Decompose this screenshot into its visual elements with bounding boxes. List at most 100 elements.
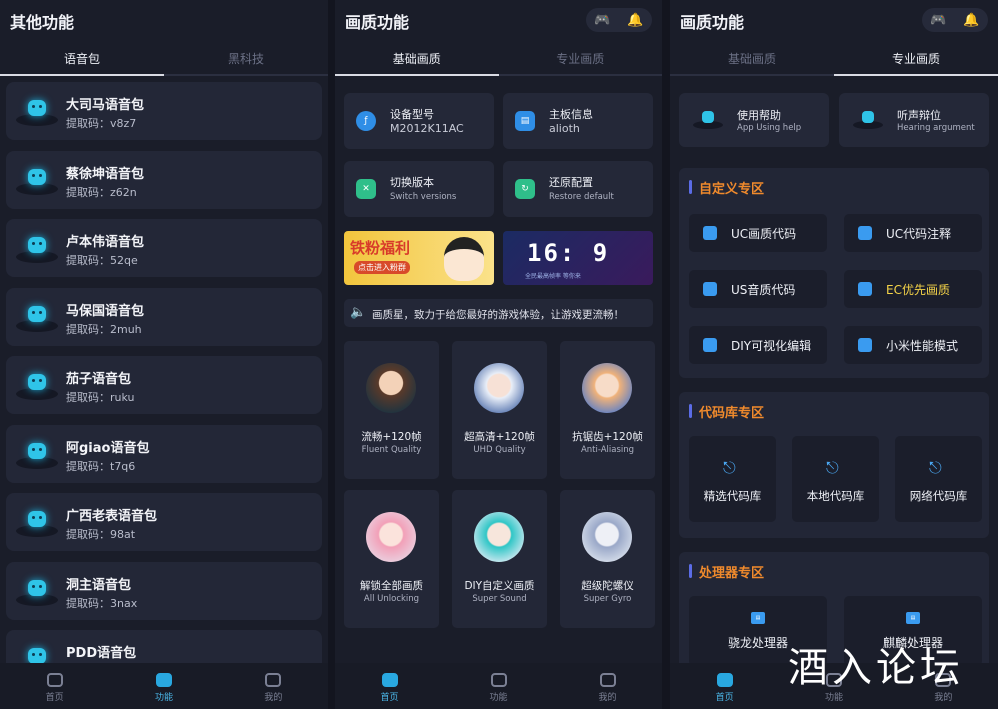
section-title: 自定义专区 — [689, 178, 764, 197]
card-label: 切换版本 — [390, 176, 434, 189]
nav-home[interactable]: 首页 — [0, 663, 109, 709]
diy-visual-edit-button[interactable]: DIY可视化编辑 — [689, 326, 827, 364]
tab-voice-pack[interactable]: 语音包 — [0, 44, 164, 76]
top-actions: 🎮 🔔 — [586, 8, 652, 32]
list-item[interactable]: 茄子语音包 提取码：ruku — [6, 356, 322, 414]
gamepad-icon — [381, 673, 398, 687]
item-code: 提取码：98at — [66, 528, 136, 541]
nav-label: 我的 — [264, 693, 283, 703]
mode-fluent-button[interactable]: 流畅+120帧 Fluent Quality — [344, 341, 439, 479]
banner-subtitle: 点击进入粉群 — [354, 261, 410, 274]
section-title: 处理器专区 — [689, 562, 764, 581]
banner-title: 铁粉福利 — [350, 239, 411, 257]
us-sound-code-button[interactable]: US音质代码 — [689, 270, 827, 308]
tab-basic-quality[interactable]: 基础画质 — [335, 44, 499, 76]
nav-home[interactable]: 首页 — [670, 663, 779, 709]
avatar — [474, 363, 524, 413]
list-item[interactable]: 洞主语音包 提取码：3nax — [6, 561, 322, 620]
gamepad-icon — [46, 673, 63, 687]
list-item[interactable]: 蔡徐坤语音包 提取码：z62n — [6, 150, 322, 209]
section-title: 代码库专区 — [689, 402, 764, 421]
list-item[interactable]: 卢本伟语音包 提取码：52qe — [6, 219, 322, 277]
list-item[interactable]: 广西老表语音包 提取码：98at — [6, 493, 322, 551]
user-icon — [599, 673, 616, 687]
mode-diy-button[interactable]: DIY自定义画质 Super Sound — [452, 490, 547, 628]
mode-anti-aliasing-button[interactable]: 抗锯齿+120帧 Anti-Aliasing — [560, 341, 655, 479]
mode-sublabel: Super Gyro — [583, 594, 632, 604]
fan-benefit-banner[interactable]: 铁粉福利 点击进入粉群 — [344, 231, 494, 285]
mode-uhd-button[interactable]: 超高清+120帧 UHD Quality — [452, 341, 547, 479]
mode-label: 流畅+120帧 — [361, 431, 422, 443]
restore-default-button[interactable]: ↻ 还原配置 Restore default — [503, 161, 653, 217]
card-subtitle: Restore default — [549, 192, 614, 202]
bell-icon[interactable]: 🔔 — [963, 14, 979, 27]
item-title: 马保国语音包 — [66, 303, 145, 319]
nav-label: 首页 — [715, 693, 734, 703]
nav-mine[interactable]: 我的 — [219, 663, 328, 709]
nav-home[interactable]: 首页 — [335, 663, 444, 709]
custom-section: 自定义专区 UC画质代码 UC代码注释 US音质代码 EC优先画质 DIY可视化… — [679, 168, 989, 378]
tab-pro-quality[interactable]: 专业画质 — [834, 44, 998, 76]
robot-icon — [14, 574, 60, 610]
bell-icon[interactable]: 🔔 — [627, 14, 643, 27]
file-icon — [858, 226, 872, 240]
nav-mine[interactable]: 我的 — [553, 663, 662, 709]
board-info-card: ▤ 主板信息 alioth — [503, 93, 653, 149]
nav-label: 首页 — [380, 693, 399, 703]
avatar — [366, 363, 416, 413]
xiaomi-performance-button[interactable]: 小米性能模式 — [844, 326, 982, 364]
file-icon — [858, 338, 872, 352]
avatar — [474, 512, 524, 562]
list-item[interactable]: 大司马语音包 提取码：v8z7 — [6, 82, 322, 140]
robot-icon — [14, 368, 60, 404]
item-title: 阿giao语音包 — [66, 440, 150, 456]
network-library-button[interactable]: ⎋ 网络代码库 — [895, 436, 982, 522]
local-library-button[interactable]: ⎋ 本地代码库 — [792, 436, 879, 522]
basic-quality-panel: 画质功能 🎮 🔔 基础画质 专业画质 ƒ 设备型号 M2012K11AC ▤ 主板信息… — [335, 0, 662, 709]
uc-code-notes-button[interactable]: UC代码注释 — [844, 214, 982, 252]
robot-icon — [14, 94, 60, 130]
uc-quality-code-button[interactable]: UC画质代码 — [689, 214, 827, 252]
list-item[interactable]: 阿giao语音包 提取码：t7q6 — [6, 424, 322, 483]
notice-bar: 🔈 画质星，致力于给您最好的游戏体验，让游戏更流畅！ — [344, 299, 653, 327]
nav-functions[interactable]: 功能 — [444, 663, 553, 709]
card-value: alioth — [549, 122, 580, 135]
list-item[interactable]: 马保国语音包 提取码：2muh — [6, 287, 322, 346]
ec-priority-quality-button[interactable]: EC优先画质 — [844, 270, 982, 308]
restore-icon: ↻ — [515, 179, 535, 199]
item-code: 提取码：52qe — [66, 254, 138, 267]
item-code: 提取码：v8z7 — [66, 117, 137, 130]
mode-label: 超级陀螺仪 — [581, 580, 634, 592]
item-title: 广西老表语音包 — [66, 509, 158, 524]
tab-basic-quality[interactable]: 基础画质 — [670, 44, 834, 74]
gamepad-icon[interactable]: 🎮 — [594, 14, 610, 27]
phone-icon: ƒ — [356, 111, 376, 131]
switch-icon: ✕ — [356, 179, 376, 199]
chip-icon: ▤ — [906, 612, 920, 624]
tab-pro-quality[interactable]: 专业画质 — [499, 44, 663, 74]
gamepad-icon[interactable]: 🎮 — [930, 14, 946, 27]
top-actions: 🎮 🔔 — [922, 8, 988, 32]
code-library-section: 代码库专区 ⎋ 精选代码库 ⎋ 本地代码库 ⎋ 网络代码库 — [679, 392, 989, 538]
frame-rate-banner[interactable]: 16: 9 全民最高帧率 等你来 — [503, 231, 653, 285]
help-button[interactable]: 使用帮助 App Using help — [679, 93, 829, 147]
card-label: 使用帮助 — [737, 109, 781, 122]
featured-library-button[interactable]: ⎋ 精选代码库 — [689, 436, 776, 522]
hearing-argument-button[interactable]: 听声辩位 Hearing argument — [839, 93, 989, 147]
mode-sublabel: All Unlocking — [363, 594, 420, 604]
mode-unlock-all-button[interactable]: 解锁全部画质 All Unlocking — [344, 490, 439, 628]
tab-black-tech[interactable]: 黑科技 — [164, 44, 328, 74]
card-label: 听声辩位 — [897, 109, 941, 122]
device-model-card: ƒ 设备型号 M2012K11AC — [344, 93, 494, 149]
cartoon-face-image — [444, 237, 484, 281]
card-subtitle: Switch versions — [390, 192, 457, 202]
pro-quality-panel: 画质功能 🎮 🔔 基础画质 专业画质 使用帮助 App Using help 听声… — [670, 0, 998, 709]
mode-sublabel: Fluent Quality — [361, 445, 422, 455]
switch-version-button[interactable]: ✕ 切换版本 Switch versions — [344, 161, 494, 217]
mode-label: 解锁全部画质 — [360, 580, 423, 592]
nav-functions[interactable]: 功能 — [109, 663, 218, 709]
card-subtitle: App Using help — [737, 123, 802, 133]
mode-gyro-button[interactable]: 超级陀螺仪 Super Gyro — [560, 490, 655, 628]
speaker-icon: 🔈 — [350, 305, 367, 320]
card-subtitle: Hearing argument — [897, 123, 975, 133]
